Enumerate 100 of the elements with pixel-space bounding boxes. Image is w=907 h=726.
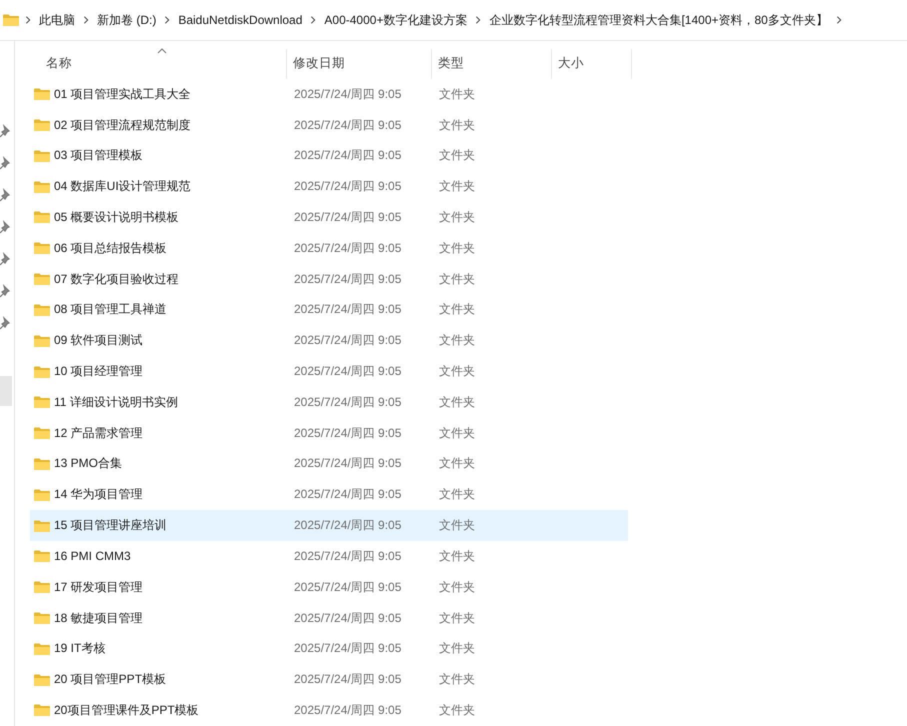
file-name: 01 项目管理实战工具大全	[54, 86, 191, 103]
file-row[interactable]: 10 项目经理管理 2025/7/24/周四 9:05 文件夹	[30, 356, 628, 387]
file-row[interactable]: 03 项目管理模板 2025/7/24/周四 9:05 文件夹	[30, 140, 628, 172]
file-type: 文件夹	[438, 486, 476, 504]
modified-date: 2025/7/24/周四 9:05	[293, 455, 402, 472]
file-row[interactable]: 19 IT考核 2025/7/24/周四 9:05 文件夹	[30, 633, 628, 664]
folder-icon	[33, 549, 51, 564]
modified-date: 2025/7/24/周四 9:05	[293, 240, 402, 257]
modified-date: 2025/7/24/周四 9:05	[293, 702, 402, 719]
file-row[interactable]: 07 数字化项目验收过程 2025/7/24/周四 9:05 文件夹	[30, 264, 628, 295]
file-row[interactable]: 14 华为项目管理 2025/7/24/周四 9:05 文件夹	[30, 479, 628, 510]
column-header[interactable]: 名称	[30, 49, 287, 79]
file-name: 03 项目管理模板	[54, 147, 143, 164]
file-type: 文件夹	[438, 394, 476, 411]
file-type: 文件夹	[438, 578, 476, 596]
file-row[interactable]: 01 项目管理实战工具大全 2025/7/24/周四 9:05 文件夹	[30, 78, 628, 110]
file-name: 06 项目总结报告模板	[54, 240, 167, 257]
file-type: 文件夹	[438, 455, 476, 472]
chevron-icon[interactable]	[23, 14, 33, 26]
folder-icon	[33, 580, 51, 594]
modified-date: 2025/7/24/周四 9:05	[293, 486, 402, 504]
file-name: 16 PMI CMM3	[54, 549, 131, 564]
file-type: 文件夹	[438, 116, 476, 134]
modified-date: 2025/7/24/周四 9:05	[293, 301, 402, 318]
file-name: 10 项目经理管理	[54, 363, 143, 380]
modified-date: 2025/7/24/周四 9:05	[293, 208, 402, 226]
file-type: 文件夹	[438, 332, 476, 350]
modified-date: 2025/7/24/周四 9:05	[293, 147, 402, 164]
file-type: 文件夹	[438, 240, 476, 257]
file-row[interactable]: 12 产品需求管理 2025/7/24/周四 9:05 文件夹	[30, 418, 628, 449]
column-header[interactable]: 修改日期	[287, 49, 432, 79]
folder-icon	[33, 334, 51, 348]
folder-icon	[33, 272, 51, 286]
file-row[interactable]: 11 详细设计说明书实例 2025/7/24/周四 9:05 文件夹	[30, 386, 628, 418]
modified-date: 2025/7/24/周四 9:05	[293, 548, 402, 565]
file-name: 14 华为项目管理	[54, 486, 143, 504]
folder-icon	[33, 703, 51, 718]
file-type: 文件夹	[438, 640, 476, 658]
file-row[interactable]: 15 项目管理讲座培训 2025/7/24/周四 9:05 文件夹	[30, 510, 628, 542]
file-name: 20项目管理课件及PPT模板	[54, 702, 199, 719]
modified-date: 2025/7/24/周四 9:05	[293, 86, 402, 103]
chevron-icon[interactable]	[81, 14, 91, 26]
modified-date: 2025/7/24/周四 9:05	[293, 178, 402, 196]
file-name: 20 项目管理PPT模板	[54, 671, 166, 688]
file-row[interactable]: 20项目管理课件及PPT模板 2025/7/24/周四 9:05 文件夹	[30, 695, 628, 726]
modified-date: 2025/7/24/周四 9:05	[293, 270, 402, 288]
folder-icon	[33, 672, 51, 687]
breadcrumb-item[interactable]: 新加卷 (D:)	[94, 12, 160, 28]
file-type: 文件夹	[438, 363, 476, 380]
file-row[interactable]: 17 研发项目管理 2025/7/24/周四 9:05 文件夹	[30, 572, 628, 603]
breadcrumb-item[interactable]: 此电脑	[36, 12, 78, 28]
modified-date: 2025/7/24/周四 9:05	[293, 671, 402, 688]
file-row[interactable]: 18 敏捷项目管理 2025/7/24/周四 9:05 文件夹	[30, 602, 628, 634]
modified-date: 2025/7/24/周四 9:05	[293, 640, 402, 658]
file-row[interactable]: 06 项目总结报告模板 2025/7/24/周四 9:05 文件夹	[30, 232, 628, 264]
modified-date: 2025/7/24/周四 9:05	[293, 424, 402, 442]
file-name: 19 IT考核	[54, 640, 106, 658]
modified-date: 2025/7/24/周四 9:05	[293, 332, 402, 350]
file-row[interactable]: 04 数据库UI设计管理规范 2025/7/24/周四 9:05 文件夹	[30, 171, 628, 202]
modified-date: 2025/7/24/周四 9:05	[293, 610, 402, 627]
column-header[interactable]: 类型	[432, 49, 552, 79]
file-name: 18 敏捷项目管理	[54, 610, 143, 627]
file-type: 文件夹	[438, 301, 476, 318]
file-name: 02 项目管理流程规范制度	[54, 116, 191, 134]
folder-icon	[33, 87, 51, 102]
modified-date: 2025/7/24/周四 9:05	[293, 578, 402, 596]
folder-icon	[2, 13, 20, 27]
file-type: 文件夹	[438, 86, 476, 103]
folder-icon	[33, 302, 51, 317]
file-row[interactable]: 13 PMO合集 2025/7/24/周四 9:05 文件夹	[30, 448, 628, 480]
file-row[interactable]: 16 PMI CMM3 2025/7/24/周四 9:05 文件夹	[30, 541, 628, 572]
folder-icon	[33, 180, 51, 194]
file-type: 文件夹	[438, 702, 476, 719]
file-type: 文件夹	[438, 147, 476, 164]
file-name: 04 数据库UI设计管理规范	[54, 178, 191, 196]
file-row[interactable]: 20 项目管理PPT模板 2025/7/24/周四 9:05 文件夹	[30, 664, 628, 696]
file-type: 文件夹	[438, 424, 476, 442]
folder-icon	[33, 518, 51, 533]
folder-icon	[33, 395, 51, 410]
file-type: 文件夹	[438, 178, 476, 196]
breadcrumb-item[interactable]: BaiduNetdiskDownload	[175, 13, 306, 27]
file-name: 07 数字化项目验收过程	[54, 270, 179, 288]
file-row[interactable]: 09 软件项目测试 2025/7/24/周四 9:05 文件夹	[30, 325, 628, 356]
file-row[interactable]: 02 项目管理流程规范制度 2025/7/24/周四 9:05 文件夹	[30, 110, 628, 140]
column-header[interactable]: 大小	[552, 49, 632, 79]
breadcrumb-item[interactable]: A00-4000+数字化建设方案	[321, 12, 470, 28]
folder-icon	[33, 241, 51, 256]
folder-icon	[33, 210, 51, 224]
file-name: 17 研发项目管理	[54, 578, 143, 596]
folder-icon	[33, 148, 51, 163]
breadcrumb-item[interactable]: 企业数字化转型流程管理资料大合集[1400+资料，80多文件夹】	[486, 12, 831, 28]
file-type: 文件夹	[438, 548, 476, 565]
file-type: 文件夹	[438, 671, 476, 688]
file-name: 05 概要设计说明书模板	[54, 208, 179, 226]
file-row[interactable]: 08 项目管理工具禅道 2025/7/24/周四 9:05 文件夹	[30, 294, 628, 326]
file-row[interactable]: 05 概要设计说明书模板 2025/7/24/周四 9:05 文件夹	[30, 202, 628, 233]
folder-icon	[33, 642, 51, 656]
folder-icon	[33, 118, 51, 132]
modified-date: 2025/7/24/周四 9:05	[293, 363, 402, 380]
file-type: 文件夹	[438, 270, 476, 288]
